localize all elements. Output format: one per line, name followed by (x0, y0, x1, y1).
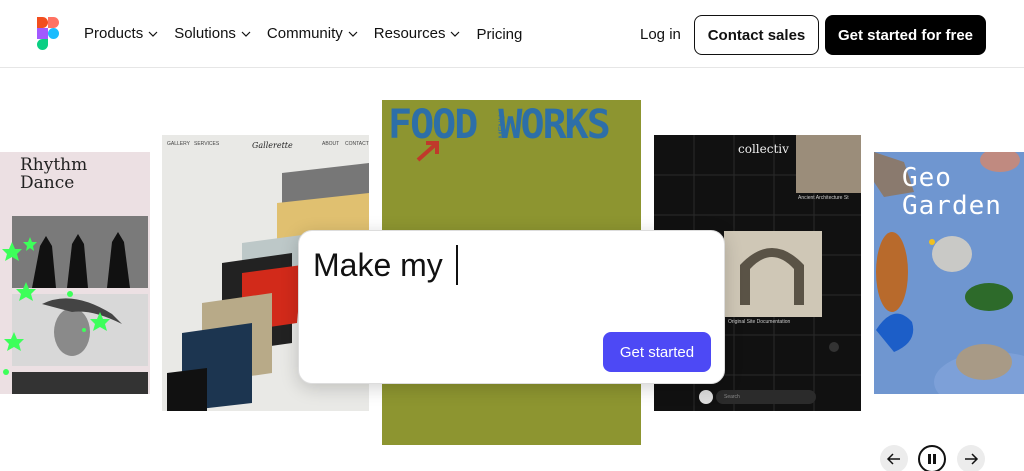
nav-products-label: Products (84, 25, 144, 42)
carousel-prev-button[interactable] (880, 445, 908, 471)
nav-pricing[interactable]: Pricing (476, 26, 522, 43)
nav-solutions-label: Solutions (174, 25, 236, 42)
nav-community[interactable]: Community (267, 25, 358, 42)
gallery-brand: Gallerette (252, 141, 293, 150)
pause-icon (928, 454, 936, 464)
collectiv-search: Search (724, 394, 740, 400)
gallery-nav-2: SERVICES (194, 141, 220, 147)
gallery-nav-1: GALLERY (167, 141, 190, 147)
chevron-down-icon (241, 31, 251, 37)
template-card-rhythm-dance[interactable]: Rhythm Dance (0, 152, 150, 394)
nav-pricing-label: Pricing (476, 26, 523, 43)
chevron-down-icon (348, 31, 358, 37)
login-link[interactable]: Log in (640, 26, 681, 43)
site-header: Products Solutions Community Resources P… (0, 0, 1024, 68)
food-menu-label: MENU (497, 114, 507, 139)
text-caret (456, 245, 458, 285)
arrow-decoration-icon (416, 141, 439, 162)
gallery-nav-3: ABOUT (322, 141, 340, 147)
contact-sales-button[interactable]: Contact sales (694, 15, 819, 55)
collectiv-caption-2: Original Site Documentation (728, 319, 791, 325)
rhythm-title-line1: Rhythm (20, 155, 88, 175)
figma-logo-icon[interactable] (37, 17, 59, 51)
chevron-down-icon (148, 31, 158, 37)
get-started-button[interactable]: Get started (603, 332, 711, 372)
arrow-left-icon (886, 453, 900, 465)
prompt-input[interactable]: Make my (313, 247, 443, 284)
collectiv-caption-1: Ancient Architecture St (798, 195, 849, 201)
prompt-box[interactable]: Make my Get started (298, 230, 725, 384)
main-nav: Products Solutions Community Resources P… (84, 24, 538, 43)
chevron-down-icon (451, 31, 460, 37)
geo-garden-title: Geo Garden (902, 164, 1002, 220)
nav-resources[interactable]: Resources (374, 25, 461, 42)
geo-title-line2: Garden (902, 191, 1002, 221)
geo-title-line1: Geo (902, 163, 952, 193)
nav-resources-label: Resources (373, 25, 446, 42)
gallery-top-bar: GALLERY SERVICES Gallerette ABOUT CONTAC… (162, 135, 369, 151)
arrow-right-icon (965, 453, 979, 465)
carousel-pause-button[interactable] (918, 445, 946, 471)
rhythm-title-line2: Dance (20, 173, 75, 193)
get-started-free-button[interactable]: Get started for free (825, 15, 986, 55)
nav-community-label: Community (266, 25, 343, 42)
nav-solutions[interactable]: Solutions (174, 25, 251, 42)
carousel-next-button[interactable] (957, 445, 985, 471)
nav-products[interactable]: Products (84, 25, 158, 42)
template-card-geo-garden[interactable]: Geo Garden (874, 152, 1024, 394)
gallery-nav-4: CONTACT (345, 141, 369, 147)
rhythm-title: Rhythm Dance (20, 156, 87, 192)
green-star-decoration (2, 237, 110, 375)
